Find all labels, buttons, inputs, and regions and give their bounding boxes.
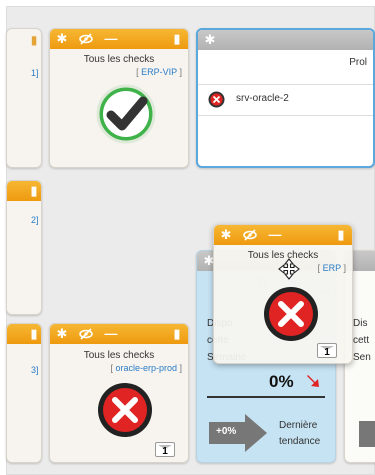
right-edge-label-line-1: Dis bbox=[353, 318, 368, 329]
left-edge-tile-mid[interactable]: ▮ 2] bbox=[6, 180, 42, 315]
trash-icon[interactable]: ▮ bbox=[170, 327, 184, 341]
tile-toolbar: ✱ — ▮ bbox=[214, 225, 352, 245]
left-edge-tile-bottom[interactable]: ▮ 3] bbox=[6, 323, 42, 463]
trash-icon[interactable]: ▮ bbox=[27, 327, 41, 341]
down-arrow-icon bbox=[305, 373, 321, 389]
gear-icon[interactable]: ✱ bbox=[55, 327, 69, 341]
trash-icon[interactable]: ▮ bbox=[334, 228, 348, 242]
minimize-icon[interactable]: — bbox=[104, 327, 118, 341]
right-edge-label-line-3: Sen bbox=[353, 352, 371, 363]
eye-off-icon[interactable] bbox=[79, 32, 93, 46]
right-edge-label-line-2: cett bbox=[353, 335, 370, 346]
error-x-icon bbox=[96, 381, 154, 439]
ok-check-icon bbox=[96, 84, 156, 144]
gear-icon[interactable]: ✱ bbox=[203, 33, 217, 47]
check-tile-erp-vip[interactable]: ✱ — ▮ Tous les checks [ ERP-VIP ] bbox=[49, 28, 189, 168]
dispo-percent: 0% bbox=[269, 372, 294, 391]
message-count-badge[interactable]: 1 bbox=[155, 442, 175, 457]
trash-icon[interactable]: ▮ bbox=[27, 33, 41, 47]
trend-label-1: Dernière bbox=[279, 420, 318, 431]
trend-arrow-partial bbox=[359, 421, 375, 447]
message-count-badge[interactable]: 1 bbox=[317, 343, 337, 358]
tile-host[interactable]: [ ERP-VIP ] bbox=[136, 67, 182, 77]
separator bbox=[207, 396, 325, 398]
left-edge-host-label: 3] bbox=[31, 365, 39, 375]
minimize-icon[interactable]: — bbox=[104, 32, 118, 46]
minimize-icon[interactable]: — bbox=[268, 228, 282, 242]
left-edge-tile-top[interactable]: ▮ 1] bbox=[6, 28, 42, 168]
eye-off-icon[interactable] bbox=[79, 327, 93, 341]
tile-toolbar: ✱ — ▮ bbox=[50, 324, 188, 344]
eye-off-icon[interactable] bbox=[243, 228, 257, 242]
tile-title: Tous les checks bbox=[83, 350, 155, 361]
check-tile-oracle-erp-prod[interactable]: ✱ — ▮ Tous les checks [ oracle-erp-prod … bbox=[49, 323, 189, 463]
problem-row[interactable]: srv-oracle-2 bbox=[198, 84, 373, 116]
tile-host[interactable]: [ oracle-erp-prod ] bbox=[110, 363, 182, 373]
trend-label-2: tendance bbox=[279, 436, 321, 447]
tile-toolbar: ✱ bbox=[198, 30, 373, 50]
problem-host[interactable]: srv-oracle-2 bbox=[236, 93, 289, 104]
gear-icon[interactable]: ✱ bbox=[55, 32, 69, 46]
trend-value: +0% bbox=[216, 426, 237, 437]
move-cursor-icon bbox=[278, 258, 300, 280]
left-edge-host-label: 1] bbox=[31, 68, 39, 78]
error-icon bbox=[208, 91, 225, 108]
tile-title: Prol bbox=[349, 57, 367, 68]
trash-icon[interactable]: ▮ bbox=[27, 184, 41, 198]
error-x-icon bbox=[262, 285, 320, 343]
trash-icon[interactable]: ▮ bbox=[170, 32, 184, 46]
left-edge-host-label: 2] bbox=[31, 215, 39, 225]
tile-host[interactable]: [ ERP ] bbox=[318, 263, 346, 273]
tile-title: Tous les checks bbox=[83, 54, 155, 65]
problems-tile[interactable]: ✱ Prol srv-oracle-2 bbox=[196, 28, 375, 168]
gear-icon[interactable]: ✱ bbox=[219, 228, 233, 242]
check-tile-erp-dragging[interactable]: ✱ — ▮ Tous les checks [ ERP ] 1 bbox=[213, 224, 353, 364]
tile-toolbar: ✱ — ▮ bbox=[50, 29, 188, 49]
